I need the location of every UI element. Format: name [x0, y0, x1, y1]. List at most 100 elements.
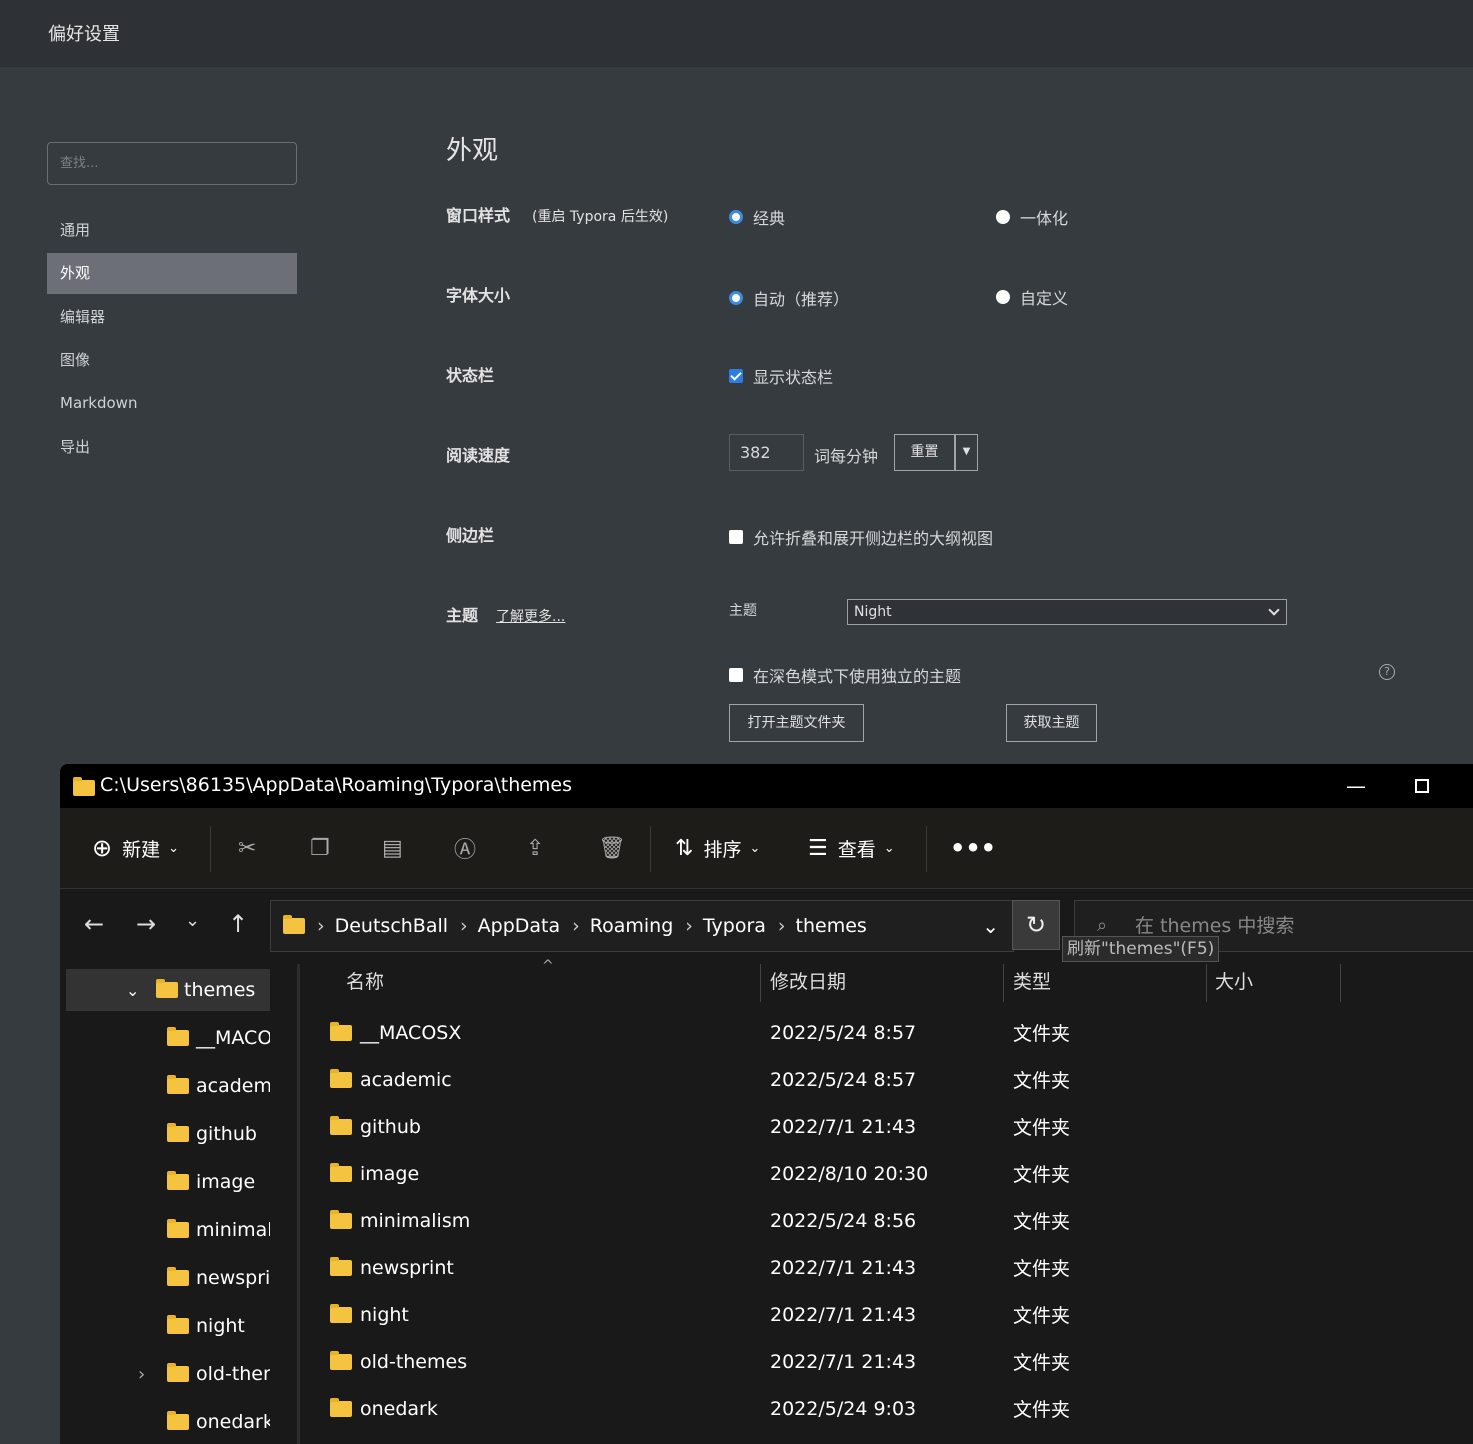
tree-item[interactable]: night: [60, 1305, 270, 1347]
column-type[interactable]: 类型: [1013, 962, 1051, 1002]
reading-speed-input[interactable]: 382: [729, 434, 804, 471]
radio-icon: [729, 210, 743, 224]
radio-icon: [729, 291, 743, 305]
folder-icon: [330, 1256, 352, 1276]
file-row[interactable]: newsprint 2022/7/1 21:43 文件夹: [330, 1244, 1430, 1291]
radio-custom[interactable]: 自定义: [996, 285, 1068, 309]
theme-select[interactable]: Night: [847, 599, 1287, 625]
file-row[interactable]: github 2022/7/1 21:43 文件夹: [330, 1103, 1430, 1150]
file-row[interactable]: image 2022/8/10 20:30 文件夹: [330, 1150, 1430, 1197]
delete-icon[interactable]: 🗑: [598, 808, 636, 888]
radio-classic[interactable]: 经典: [729, 205, 785, 229]
folder-icon: [167, 1411, 189, 1430]
column-name[interactable]: 名称: [346, 962, 384, 1002]
sort-icon: ⇅: [675, 835, 694, 861]
column-size[interactable]: 大小: [1215, 962, 1253, 1002]
nav-image[interactable]: 图像: [47, 340, 297, 381]
show-status-bar-checkbox[interactable]: 显示状态栏: [729, 364, 833, 388]
font-size-label: 字体大小: [446, 286, 511, 305]
breadcrumb-item[interactable]: AppData: [478, 915, 561, 937]
refresh-tooltip: 刷新"themes"(F5): [1062, 936, 1220, 962]
list-icon: ☰: [808, 835, 828, 861]
learn-more-link[interactable]: 了解更多...: [496, 609, 565, 625]
forward-arrow-icon[interactable]: →: [136, 910, 156, 938]
refresh-icon[interactable]: ↻: [1012, 900, 1060, 950]
breadcrumb-item[interactable]: Typora: [703, 915, 766, 937]
sidebar-outline-checkbox[interactable]: 允许折叠和展开侧边栏的大纲视图: [729, 525, 993, 549]
tree-item[interactable]: newsprir: [60, 1257, 270, 1299]
tree-item[interactable]: github: [60, 1113, 270, 1155]
minimize-icon[interactable]: —: [1346, 774, 1366, 798]
theme-label: 主题 了解更多...: [446, 606, 566, 625]
tree-item[interactable]: image: [60, 1161, 270, 1203]
file-row[interactable]: minimalism 2022/5/24 8:56 文件夹: [330, 1197, 1430, 1244]
paste-icon[interactable]: ▤: [382, 808, 413, 888]
radio-auto[interactable]: 自动（推荐）: [729, 286, 849, 310]
tree-item[interactable]: onedark: [60, 1401, 270, 1443]
rename-icon[interactable]: Ⓐ: [454, 808, 486, 888]
file-row[interactable]: old-themes 2022/7/1 21:43 文件夹: [330, 1338, 1430, 1385]
get-themes-button[interactable]: 获取主题: [1006, 704, 1097, 742]
folder-icon: [330, 1209, 352, 1229]
folder-icon: [167, 1027, 189, 1046]
share-icon[interactable]: ⇪: [526, 808, 554, 888]
breadcrumb-item[interactable]: Roaming: [590, 915, 674, 937]
reset-button[interactable]: 重置: [894, 434, 955, 471]
up-arrow-icon[interactable]: ↑: [228, 910, 248, 938]
folder-icon: [283, 915, 305, 934]
nav-export[interactable]: 导出: [47, 427, 297, 468]
preferences-search-input[interactable]: [47, 142, 297, 185]
folder-icon: [167, 1363, 189, 1382]
folder-icon: [330, 1350, 352, 1370]
nav-appearance[interactable]: 外观: [47, 253, 297, 294]
folder-icon: [330, 1397, 352, 1417]
chevron-down-icon: ⌄: [749, 840, 761, 856]
chevron-down-icon: [1268, 604, 1280, 616]
file-row[interactable]: onedark 2022/5/24 9:03 文件夹: [330, 1385, 1430, 1432]
file-row[interactable]: academic 2022/5/24 8:57 文件夹: [330, 1056, 1430, 1103]
column-date-modified[interactable]: 修改日期: [770, 962, 846, 1002]
nav-markdown[interactable]: Markdown: [47, 383, 297, 424]
tree-item[interactable]: academi: [60, 1065, 270, 1107]
tree-item[interactable]: __MACO: [60, 1017, 270, 1059]
sort-button[interactable]: ⇅ 排序 ⌄: [675, 808, 760, 888]
reading-speed-label: 阅读速度: [446, 446, 511, 465]
file-row[interactable]: night 2022/7/1 21:43 文件夹: [330, 1291, 1430, 1338]
file-row[interactable]: __MACOSX 2022/5/24 8:57 文件夹: [330, 1009, 1430, 1056]
theme-select-label: 主题: [729, 603, 757, 619]
copy-icon[interactable]: ❐: [310, 808, 340, 888]
breadcrumb-item[interactable]: themes: [796, 915, 867, 937]
folder-icon: [167, 1171, 189, 1190]
back-arrow-icon[interactable]: ←: [84, 910, 104, 938]
radio-icon: [996, 210, 1010, 224]
chevron-down-icon: ⌄: [126, 980, 140, 1000]
explorer-title-bar: C:\Users\86135\AppData\Roaming\Typora\th…: [60, 764, 1473, 808]
folder-icon: [167, 1267, 189, 1286]
reset-dropdown-icon[interactable]: ▼: [955, 434, 978, 471]
tree-item[interactable]: minimali: [60, 1209, 270, 1251]
maximize-icon[interactable]: [1415, 779, 1429, 793]
nav-general[interactable]: 通用: [47, 210, 297, 251]
breadcrumb-item[interactable]: DeutschBall: [335, 915, 448, 937]
recent-locations-icon[interactable]: ⌄: [185, 910, 200, 931]
address-bar[interactable]: › DeutschBall › AppData › Roaming › Typora ›…: [270, 900, 1014, 952]
folder-icon: [330, 1162, 352, 1182]
reading-speed-unit: 词每分钟: [814, 447, 879, 466]
sidebar-label: 侧边栏: [446, 526, 495, 545]
cut-icon[interactable]: ✂: [238, 808, 266, 888]
nav-editor[interactable]: 编辑器: [47, 297, 297, 338]
explorer-title: C:\Users\86135\AppData\Roaming\Typora\th…: [100, 774, 573, 796]
help-icon[interactable]: ?: [1379, 664, 1395, 680]
separate-dark-theme-checkbox[interactable]: 在深色模式下使用独立的主题: [729, 663, 961, 687]
tree-item-themes[interactable]: ⌄ themes: [66, 969, 270, 1011]
folder-icon: [167, 1315, 189, 1334]
pane-divider[interactable]: [297, 964, 300, 1444]
more-options-icon[interactable]: •••: [950, 808, 996, 888]
open-theme-folder-button[interactable]: 打开主题文件夹: [729, 704, 864, 742]
chevron-down-icon[interactable]: ⌄: [982, 914, 999, 938]
new-button[interactable]: ⊕ 新建 ⌄: [92, 808, 179, 888]
radio-unified[interactable]: 一体化: [996, 205, 1068, 229]
tree-item[interactable]: › old-then: [60, 1353, 270, 1395]
view-button[interactable]: ☰ 查看 ⌄: [808, 808, 895, 888]
chevron-down-icon: ⌄: [883, 840, 895, 856]
